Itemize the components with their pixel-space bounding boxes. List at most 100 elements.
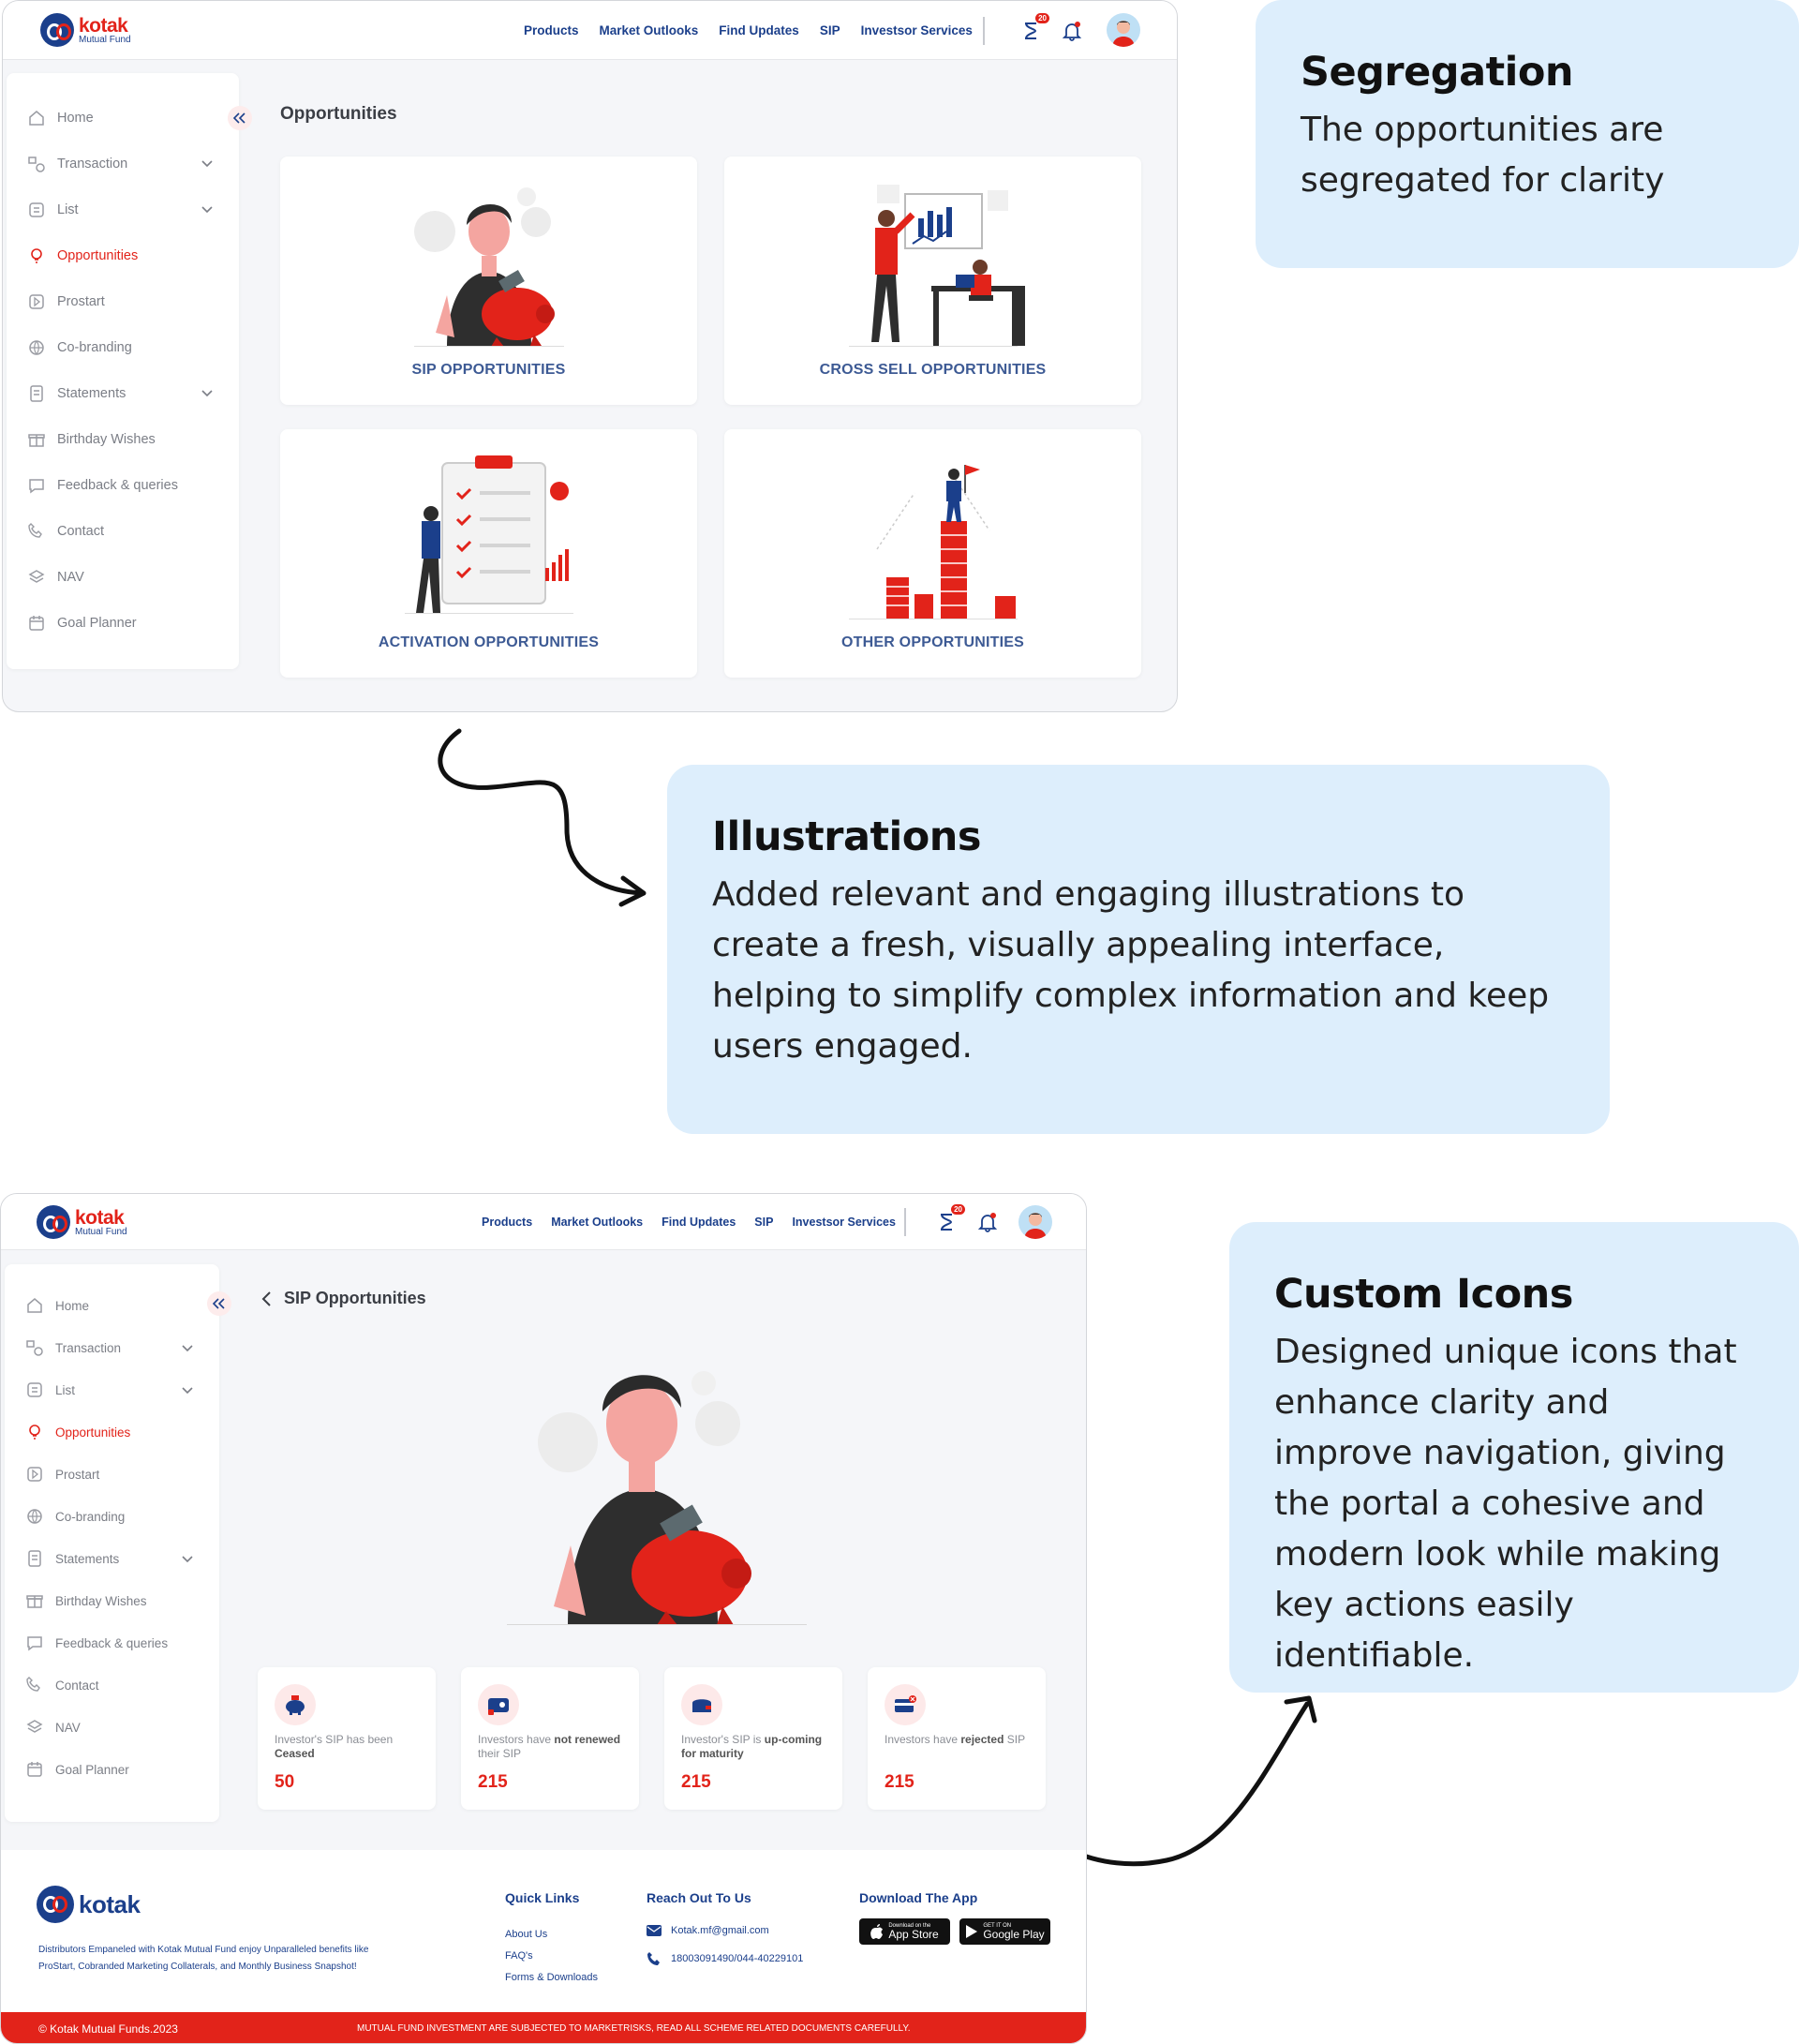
- gift-icon: [25, 1591, 44, 1610]
- chevron-down-icon[interactable]: [182, 1383, 193, 1397]
- sidebar-item-feedback-queries[interactable]: Feedback & queries: [27, 476, 178, 495]
- sidebar-item-goal-planner[interactable]: Goal Planner: [25, 1760, 129, 1779]
- nav-sip[interactable]: SIP: [754, 1216, 773, 1229]
- card-label: OTHER OPPORTUNITIES: [841, 634, 1024, 650]
- gift-icon: [27, 430, 46, 449]
- layers-icon: [25, 1718, 44, 1737]
- sidebar-item-transaction[interactable]: Transaction: [27, 155, 213, 173]
- sidebar-item-label: NAV: [55, 1720, 81, 1735]
- kotak-logo[interactable]: kotak Mutual Fund: [40, 13, 131, 47]
- nav-products[interactable]: Products: [482, 1216, 532, 1229]
- nav-sip[interactable]: SIP: [820, 23, 840, 37]
- footer-phone[interactable]: 18003091490/044-40229101: [647, 1951, 803, 1966]
- note-title: Illustrations: [712, 813, 982, 860]
- link-about-us[interactable]: About Us: [505, 1929, 547, 1940]
- app-store-button[interactable]: Download on the App Store: [859, 1918, 950, 1945]
- activation-opportunities-card[interactable]: ACTIVATION OPPORTUNITIES: [280, 429, 697, 678]
- sidebar-item-transaction[interactable]: Transaction: [25, 1338, 193, 1357]
- stat-value: 215: [885, 1772, 914, 1792]
- footer-email[interactable]: Kotak.mf@gmail.com: [647, 1925, 769, 1936]
- link-faqs[interactable]: FAQ's: [505, 1950, 533, 1962]
- sidebar-item-opportunities[interactable]: Opportunities: [25, 1423, 130, 1441]
- other-opportunities-card[interactable]: OTHER OPPORTUNITIES: [724, 429, 1141, 678]
- google-play-button[interactable]: GET IT ON Google Play: [959, 1918, 1050, 1945]
- stat-card-upcoming-maturity[interactable]: Investor's SIP is up-coming for maturity…: [664, 1667, 842, 1810]
- nav-investor-services[interactable]: Investsor Services: [861, 23, 973, 37]
- nav-find-updates[interactable]: Find Updates: [719, 23, 799, 37]
- sidebar-item-feedback-queries[interactable]: Feedback & queries: [25, 1634, 168, 1652]
- sidebar-item-statements[interactable]: Statements: [27, 384, 213, 403]
- sidebar-item-contact[interactable]: Contact: [27, 522, 104, 541]
- sidebar-item-nav[interactable]: NAV: [27, 568, 84, 587]
- sidebar-item-list[interactable]: List: [27, 201, 213, 219]
- list-icon: [27, 201, 46, 219]
- sidebar-item-label: NAV: [57, 570, 84, 585]
- sidebar-item-home[interactable]: Home: [25, 1296, 89, 1315]
- sidebar-item-co-branding[interactable]: Co-branding: [25, 1507, 125, 1526]
- disclaimer: MUTUAL FUND INVESTMENT ARE SUBJECTED TO …: [357, 2023, 911, 2034]
- footer-logo[interactable]: kotak: [37, 1886, 141, 1923]
- sidebar-item-prostart[interactable]: Prostart: [27, 292, 105, 311]
- sidebar-item-prostart[interactable]: Prostart: [25, 1465, 99, 1484]
- sidebar-item-birthday-wishes[interactable]: Birthday Wishes: [27, 430, 156, 449]
- sidebar-item-label: Birthday Wishes: [57, 432, 156, 447]
- home-icon: [25, 1296, 44, 1315]
- stat-icon-wrap: [885, 1684, 926, 1725]
- user-avatar[interactable]: [1018, 1205, 1052, 1239]
- sidebar-item-opportunities[interactable]: Opportunities: [27, 246, 138, 265]
- sidebar-item-label: Feedback & queries: [55, 1635, 169, 1650]
- chevron-down-icon[interactable]: [201, 157, 213, 172]
- stat-icon-wrap: [681, 1684, 722, 1725]
- sidebar-item-birthday-wishes[interactable]: Birthday Wishes: [25, 1591, 147, 1610]
- nav-divider: [983, 17, 985, 45]
- nav-investor-services[interactable]: Investsor Services: [792, 1216, 896, 1229]
- nav-products[interactable]: Products: [524, 23, 579, 37]
- cart-badge: 20: [1035, 13, 1049, 23]
- chevron-down-icon[interactable]: [201, 202, 213, 217]
- collapse-sidebar-button[interactable]: [228, 106, 252, 130]
- sidebar-item-contact[interactable]: Contact: [25, 1676, 99, 1694]
- sidebar-item-label: Home: [57, 111, 94, 126]
- top-navbar: kotak Mutual Fund Products Market Outloo…: [1, 1194, 1086, 1250]
- nav-market-outlooks[interactable]: Market Outlooks: [600, 23, 699, 37]
- user-avatar[interactable]: [1107, 13, 1140, 47]
- stat-card-not-renewed[interactable]: Investors have not renewed their SIP 215: [461, 1667, 639, 1810]
- sidebar-item-label: Co-branding: [57, 340, 132, 355]
- chevron-down-icon[interactable]: [201, 386, 213, 401]
- sip-opportunities-screen: kotak Mutual Fund Products Market Outloo…: [0, 1193, 1087, 2044]
- stat-card-rejected[interactable]: Investors have rejected SIP 215: [868, 1667, 1046, 1810]
- link-forms-downloads[interactable]: Forms & Downloads: [505, 1972, 598, 1983]
- page-header: SIP Opportunities: [261, 1289, 426, 1308]
- chevron-down-icon[interactable]: [182, 1552, 193, 1566]
- feedback-icon: [25, 1634, 44, 1652]
- cart-button[interactable]: 20: [1018, 13, 1049, 44]
- sidebar-item-nav[interactable]: NAV: [25, 1718, 81, 1737]
- hourglass-icon: [941, 1214, 953, 1231]
- cart-button[interactable]: 20: [933, 1204, 965, 1235]
- notification-button[interactable]: [974, 1209, 1001, 1235]
- notification-button[interactable]: [1059, 18, 1085, 44]
- kotak-logo[interactable]: kotak Mutual Fund: [37, 1205, 127, 1239]
- logo-sub: Mutual Fund: [79, 34, 131, 45]
- sidebar-item-label: Goal Planner: [57, 616, 137, 631]
- sidebar-item-co-branding[interactable]: Co-branding: [27, 338, 132, 357]
- stat-card-ceased[interactable]: Investor's SIP has been Ceased 50: [258, 1667, 436, 1810]
- chevron-down-icon[interactable]: [182, 1341, 193, 1355]
- collapse-sidebar-button[interactable]: [207, 1291, 231, 1316]
- stat-value: 215: [681, 1772, 711, 1792]
- calendar-icon: [27, 614, 46, 633]
- sidebar-item-statements[interactable]: Statements: [25, 1549, 193, 1568]
- sidebar-item-goal-planner[interactable]: Goal Planner: [27, 614, 137, 633]
- footer-logo-word: kotak: [79, 1890, 141, 1918]
- sidebar-item-home[interactable]: Home: [27, 109, 94, 127]
- footer-description: Distributors Empaneled with Kotak Mutual…: [38, 1945, 369, 1972]
- cross-sell-opportunities-card[interactable]: CROSS SELL OPPORTUNITIES: [724, 157, 1141, 405]
- back-arrow-icon[interactable]: [261, 1291, 273, 1307]
- nav-find-updates[interactable]: Find Updates: [662, 1216, 736, 1229]
- sidebar-item-list[interactable]: List: [25, 1380, 193, 1399]
- cross-sell-illustration: [848, 185, 1025, 347]
- nav-market-outlooks[interactable]: Market Outlooks: [551, 1216, 643, 1229]
- sip-opportunities-card[interactable]: SIP OPPORTUNITIES: [280, 157, 697, 405]
- stat-value: 50: [275, 1772, 295, 1792]
- kotak-logo-icon: [40, 13, 74, 47]
